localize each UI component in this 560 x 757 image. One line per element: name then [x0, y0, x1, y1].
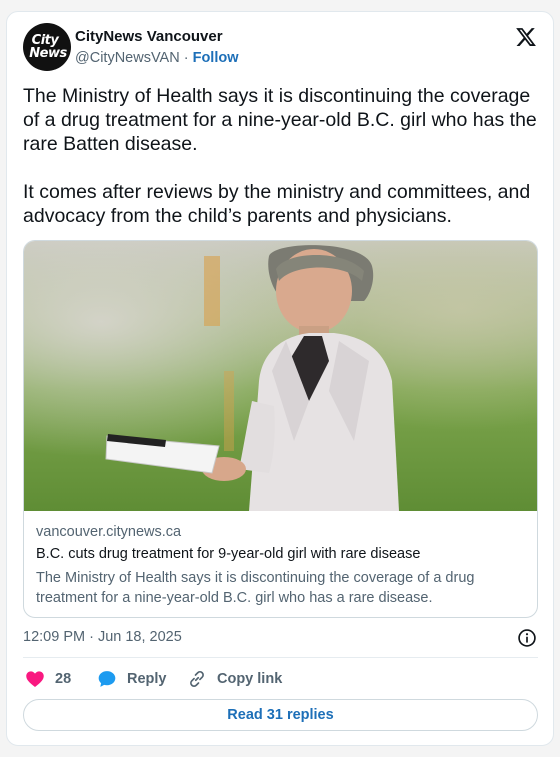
author-handle[interactable]: @CityNewsVAN: [75, 50, 180, 66]
reply-label: Reply: [127, 671, 167, 687]
heart-icon: [26, 671, 44, 687]
divider: [23, 657, 538, 658]
post-card: City News CityNews Vancouver @CityNewsVA…: [6, 11, 554, 746]
link-title: B.C. cuts drug treatment for 9-year-old …: [36, 546, 421, 562]
link-preview-card[interactable]: vancouver.citynews.ca B.C. cuts drug tre…: [23, 240, 538, 618]
author-handle-line: @CityNewsVAN · Follow: [75, 50, 239, 66]
link-domain: vancouver.citynews.ca: [36, 524, 182, 540]
like-count: 28: [55, 671, 72, 687]
reply-button[interactable]: Reply: [97, 668, 167, 690]
speech-bubble-icon: [98, 671, 116, 687]
handle-separator: ·: [183, 50, 189, 66]
post-timestamp[interactable]: 12:09 PM · Jun 18, 2025: [23, 629, 182, 645]
read-replies-button[interactable]: Read 31 replies: [23, 699, 538, 731]
author-name[interactable]: CityNews Vancouver: [75, 28, 223, 45]
like-button[interactable]: 28: [25, 668, 71, 690]
info-icon[interactable]: [517, 628, 537, 648]
avatar[interactable]: City News: [23, 23, 71, 71]
post-paragraph: The Ministry of Health says it is discon…: [23, 85, 537, 155]
copy-link-button[interactable]: Copy link: [187, 668, 282, 690]
article-photo: [24, 241, 537, 511]
avatar-logo-line-2: News: [29, 46, 67, 61]
post-text: The Ministry of Health says it is discon…: [23, 84, 538, 228]
follow-link[interactable]: Follow: [193, 50, 239, 66]
post-paragraph: It comes after reviews by the ministry a…: [23, 181, 531, 227]
link-description: The Ministry of Health says it is discon…: [36, 570, 475, 606]
copy-link-label: Copy link: [217, 671, 283, 687]
link-icon: [190, 670, 204, 688]
x-logo-icon[interactable]: [515, 26, 537, 48]
